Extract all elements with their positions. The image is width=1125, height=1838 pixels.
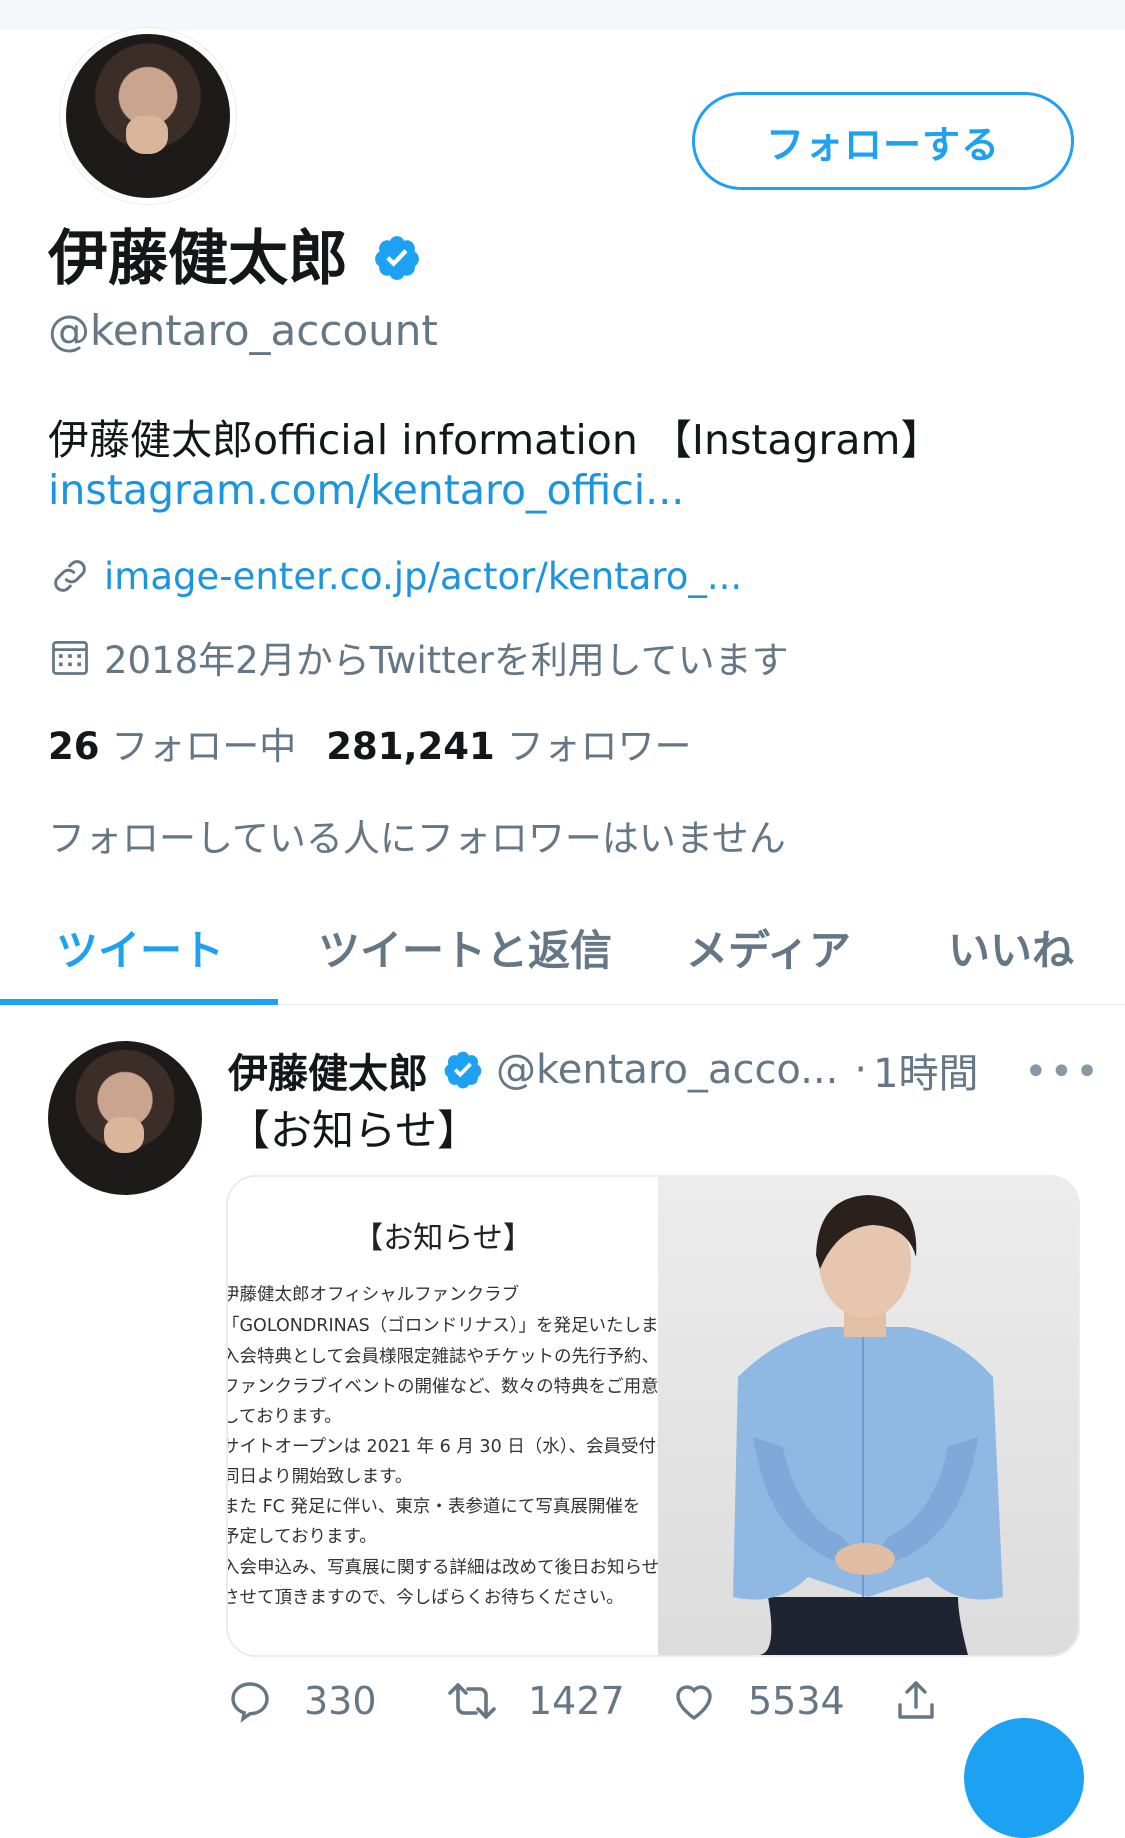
tab-likes[interactable]: いいね: [948, 890, 1074, 1004]
share-icon: [898, 1681, 934, 1719]
compose-tweet-button[interactable]: [964, 1718, 1084, 1838]
more-options-icon[interactable]: •••: [1024, 1049, 1101, 1095]
verified-badge-icon: [375, 236, 419, 280]
tweet-text: 【お知らせ】: [228, 1106, 480, 1155]
retweet-button[interactable]: 1427: [446, 1677, 625, 1725]
notice-line: 予定しております。: [228, 1527, 377, 1547]
tweet-avatar[interactable]: [48, 1041, 202, 1195]
profile-tabs: ツイート ツイートと返信 メディア いいね: [0, 890, 1125, 1005]
followers-label: フォロワー: [506, 725, 692, 768]
share-button[interactable]: [892, 1677, 970, 1725]
verified-badge-icon: [444, 1051, 482, 1089]
notice-line: 同日より開始致します。: [228, 1467, 413, 1487]
profile-stats: 26 フォロー中 281,241 フォロワー: [48, 716, 692, 770]
like-count: 5534: [748, 1679, 845, 1723]
profile-website-row[interactable]: image-enter.co.jp/actor/kentaro_...: [48, 554, 742, 598]
tweet-actions: 330 1427 5534: [226, 1677, 1076, 1737]
followers-count: 281,241: [326, 725, 495, 768]
tab-media[interactable]: メディア: [686, 890, 851, 1004]
tweet[interactable]: 伊藤健太郎 @kentaro_acco... · 1時間 ••• 【お知らせ】 …: [0, 1005, 1125, 1755]
reply-count: 330: [304, 1679, 377, 1723]
notice-line: 「GOLONDRINAS（ゴロンドリナス）」を発足いたします: [228, 1316, 658, 1336]
notice-line: しております。: [228, 1407, 342, 1427]
notice-line: 入会申込み、写真展に関する詳細は改めて後日お知らせ: [228, 1558, 658, 1578]
tab-tweets-replies[interactable]: ツイートと返信: [318, 890, 612, 1004]
profile-bio: 伊藤健太郎official information 【Instagram】: [48, 416, 942, 464]
notice-line: させて頂きますので、今しばらくお待ちください。: [228, 1588, 624, 1608]
tweet-author-handle[interactable]: @kentaro_acco...: [496, 1047, 838, 1093]
tweet-timestamp[interactable]: 1時間: [873, 1041, 978, 1099]
notice-image: 【お知らせ】 伊藤健太郎オフィシャルファンクラブ 「GOLONDRINAS（ゴロ…: [228, 1177, 658, 1655]
tweet-author-name[interactable]: 伊藤健太郎: [228, 1041, 428, 1099]
link-icon: [48, 554, 92, 598]
mutual-followers-text: フォローしている人にフォロワーはいません: [48, 817, 786, 860]
notice-line: 伊藤健太郎オフィシャルファンクラブ: [228, 1285, 520, 1305]
profile-handle: @kentaro_account: [48, 306, 438, 355]
tweet-header: 伊藤健太郎 @kentaro_acco... · 1時間: [228, 1041, 979, 1099]
following-label: フォロー中: [111, 725, 297, 768]
following-stat[interactable]: 26 フォロー中: [48, 725, 296, 768]
profile-website[interactable]: image-enter.co.jp/actor/kentaro_...: [104, 555, 742, 598]
follow-button[interactable]: フォローする: [692, 92, 1074, 190]
reply-button[interactable]: 330: [226, 1677, 377, 1725]
profile-avatar[interactable]: [60, 28, 236, 204]
retweet-icon: [448, 1683, 496, 1719]
notice-line: サイトオープンは 2021 年 6 月 30 日（水）、会員受付も: [228, 1437, 658, 1457]
profile-joined-row: 2018年2月からTwitterを利用しています: [48, 630, 789, 684]
tweet-separator: ·: [854, 1047, 868, 1093]
following-count: 26: [48, 725, 100, 768]
notice-title: 【お知らせ】: [353, 1221, 533, 1256]
tweet-media[interactable]: 【お知らせ】 伊藤健太郎オフィシャルファンクラブ 「GOLONDRINAS（ゴロ…: [226, 1175, 1080, 1657]
heart-icon: [676, 1685, 712, 1721]
followers-stat[interactable]: 281,241 フォロワー: [326, 725, 691, 768]
calendar-icon: [48, 635, 92, 679]
tab-tweets[interactable]: ツイート: [56, 890, 224, 1004]
notice-line: また FC 発足に伴い、東京・表参道にて写真展開催を: [228, 1497, 641, 1517]
bio-instagram-link[interactable]: instagram.com/kentaro_offici...: [48, 466, 684, 514]
portrait-photo: [658, 1177, 1078, 1655]
like-button[interactable]: 5534: [670, 1677, 845, 1725]
retweet-count: 1427: [528, 1679, 625, 1723]
notice-line: ファンクラブイベントの開催など、数々の特典をご用意: [228, 1377, 658, 1397]
top-strip: [0, 0, 1125, 30]
profile-joined-text: 2018年2月からTwitterを利用しています: [104, 639, 789, 682]
reply-icon: [231, 1682, 269, 1723]
profile-display-name: 伊藤健太郎: [48, 224, 348, 294]
notice-line: 入会特典として会員様限定雑誌やチケットの先行予約、: [228, 1347, 658, 1367]
